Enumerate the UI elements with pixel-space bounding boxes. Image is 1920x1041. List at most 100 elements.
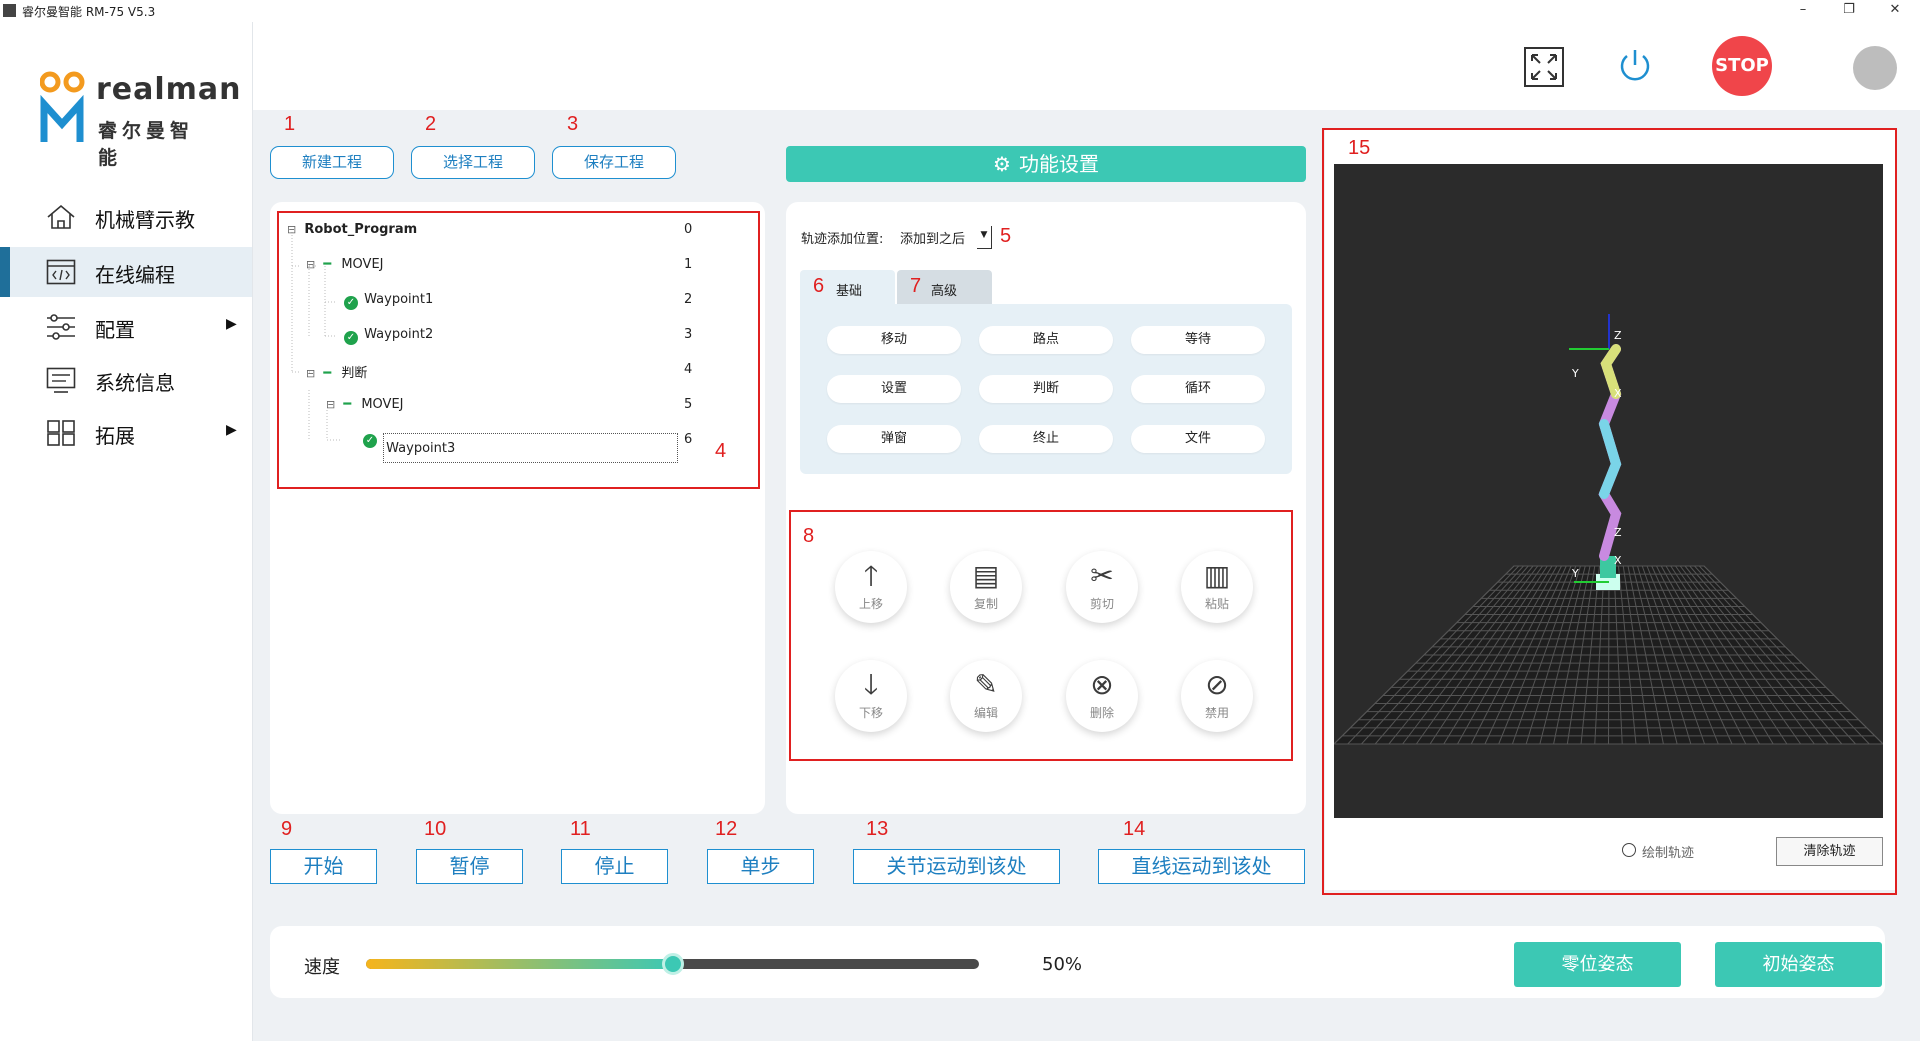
func-popup-button[interactable]: 弹窗 xyxy=(827,425,961,453)
annotation-number: 4 xyxy=(715,440,727,462)
clear-track-button[interactable]: 清除轨迹 xyxy=(1776,837,1883,866)
window-title: 睿尔曼智能 RM-75 V5.3 xyxy=(22,5,156,19)
robot-3d-view[interactable]: Z Y X Z Y X xyxy=(1334,164,1883,818)
power-icon[interactable] xyxy=(1617,47,1653,85)
func-halt-button[interactable]: 终止 xyxy=(979,425,1113,453)
tree-node-label: MOVEJ xyxy=(361,397,404,412)
move-down-button[interactable]: 🡓 下移 xyxy=(835,660,907,732)
stop-button[interactable]: STOP xyxy=(1712,36,1772,96)
tree-toggle-icon[interactable]: ⊟ xyxy=(287,223,296,236)
speed-slider-thumb[interactable] xyxy=(661,953,684,975)
edit-button[interactable]: ✎ 编辑 xyxy=(950,660,1022,732)
tab-label: 基础 xyxy=(836,284,863,299)
single-step-button[interactable]: 单步 xyxy=(707,849,814,884)
disable-button[interactable]: ⊘ 禁用 xyxy=(1181,660,1253,732)
paste-icon: ▥ xyxy=(1203,559,1231,592)
tree-node[interactable]: ⊟ ━ MOVEJ xyxy=(306,257,384,277)
tree-node-label: Waypoint2 xyxy=(364,327,434,342)
speed-value: 50% xyxy=(1042,954,1083,975)
func-file-button[interactable]: 文件 xyxy=(1131,425,1265,453)
func-move-button[interactable]: 移动 xyxy=(827,326,961,354)
disable-icon: ⊘ xyxy=(1205,668,1229,701)
avatar[interactable] xyxy=(1853,46,1897,90)
func-set-button[interactable]: 设置 xyxy=(827,375,961,403)
annotation-number: 8 xyxy=(803,525,815,547)
track-position-select[interactable]: 添加到之后 xyxy=(900,228,965,247)
delete-button[interactable]: ⊗ 删除 xyxy=(1066,660,1138,732)
move-up-button[interactable]: 🡑 上移 xyxy=(835,551,907,623)
fullscreen-icon[interactable] xyxy=(1523,46,1565,88)
logo-text-cn: 睿尔曼智能 xyxy=(98,120,195,169)
grid-icon xyxy=(47,420,75,446)
zero-pose-button[interactable]: 零位姿态 xyxy=(1514,942,1681,987)
annotation-number: 10 xyxy=(424,818,447,840)
tree-node-label: Waypoint3 xyxy=(383,433,679,463)
nav-item-system-info[interactable]: 系统信息 xyxy=(0,355,252,405)
edit-icon: ✎ xyxy=(974,668,998,701)
annotation-number: 3 xyxy=(567,113,579,135)
pause-button[interactable]: 暂停 xyxy=(416,849,523,884)
nav-label: 配置 xyxy=(95,318,135,342)
chevron-right-icon: ▶ xyxy=(226,422,237,438)
code-icon xyxy=(46,259,76,285)
initial-pose-button[interactable]: 初始姿态 xyxy=(1715,942,1882,987)
tree-node-selected[interactable]: ✓ Waypoint3 xyxy=(363,430,679,463)
tree-node[interactable]: ⊟ ━ 判断 xyxy=(306,362,367,382)
nav-label: 拓展 xyxy=(95,424,135,448)
select-project-button[interactable]: 选择工程 xyxy=(411,146,535,179)
tree-toggle-icon[interactable]: ⊟ xyxy=(306,258,315,271)
axis-label: Z xyxy=(1614,329,1622,342)
save-project-button[interactable]: 保存工程 xyxy=(552,146,676,179)
tab-advanced[interactable]: 7 高级 xyxy=(897,270,992,304)
button-label: 下移 xyxy=(858,706,883,720)
tab-basic[interactable]: 6 基础 xyxy=(800,270,895,304)
button-label: 删除 xyxy=(1089,706,1114,720)
annotation-number: 2 xyxy=(425,113,437,135)
func-if-button[interactable]: 判断 xyxy=(979,375,1113,403)
close-button[interactable]: ✕ xyxy=(1872,0,1918,22)
tree-node[interactable]: ⊟ ━ MOVEJ xyxy=(326,397,404,417)
tree-node[interactable]: ✓ Waypoint1 xyxy=(344,292,433,312)
annotation-number: 1 xyxy=(284,113,296,135)
func-wait-button[interactable]: 等待 xyxy=(1131,326,1265,354)
speed-slider-fill xyxy=(366,959,673,969)
nav-item-config[interactable]: 配置 ▶ xyxy=(0,302,252,352)
dropdown-arrow-icon[interactable]: ▼ xyxy=(977,226,992,249)
linear-move-here-button[interactable]: 直线运动到该处 xyxy=(1098,849,1305,884)
func-waypoint-button[interactable]: 路点 xyxy=(979,326,1113,354)
tree-toggle-icon[interactable]: ⊟ xyxy=(326,398,335,411)
cut-button[interactable]: ✂ 剪切 xyxy=(1066,551,1138,623)
tree-node[interactable]: ✓ Waypoint2 xyxy=(344,327,433,347)
annotation-number: 15 xyxy=(1348,137,1371,159)
tree-node-label: Waypoint1 xyxy=(364,292,434,307)
new-project-button[interactable]: 新建工程 xyxy=(270,146,394,179)
paste-button[interactable]: ▥ 粘贴 xyxy=(1181,551,1253,623)
nav-item-teach[interactable]: 机械臂示教 xyxy=(0,192,252,242)
speed-slider-track[interactable] xyxy=(366,953,979,975)
tree-toggle-icon[interactable]: ⊟ xyxy=(306,367,315,380)
gear-icon: ⚙ xyxy=(993,152,1011,176)
nav-item-online-programming[interactable]: 在线编程 xyxy=(0,247,252,297)
restore-button[interactable]: ❐ xyxy=(1826,0,1872,22)
start-button[interactable]: 开始 xyxy=(270,849,377,884)
tree-node-label: MOVEJ xyxy=(341,257,384,272)
joint-move-here-button[interactable]: 关节运动到该处 xyxy=(853,849,1060,884)
tree-node[interactable]: ⊟ Robot_Program xyxy=(287,222,417,242)
nav-item-extend[interactable]: 拓展 ▶ xyxy=(0,408,252,458)
draw-track-radio[interactable] xyxy=(1622,843,1636,857)
minimize-button[interactable]: – xyxy=(1780,0,1826,22)
function-settings-title: 功能设置 xyxy=(1018,152,1099,176)
func-loop-button[interactable]: 循环 xyxy=(1131,375,1265,403)
speed-label: 速度 xyxy=(304,957,340,978)
stop-run-button[interactable]: 停止 xyxy=(561,849,668,884)
title-bar: 睿尔曼智能 RM-75 V5.3 – ❐ ✕ xyxy=(0,0,1920,22)
axis-label: Y xyxy=(1571,567,1579,580)
tree-node-label: Robot_Program xyxy=(304,222,418,237)
annotation-number: 14 xyxy=(1123,818,1146,840)
tree-index: 1 xyxy=(684,257,693,272)
annotation-number: 7 xyxy=(910,275,922,297)
check-icon: ✓ xyxy=(344,331,358,345)
copy-button[interactable]: ▤ 复制 xyxy=(950,551,1022,623)
tree-index: 2 xyxy=(684,292,693,307)
sidebar: realman 睿尔曼智能 机械臂示教 在线编程 配置 ▶ 系统信息 拓展 ▶ xyxy=(0,22,253,1041)
